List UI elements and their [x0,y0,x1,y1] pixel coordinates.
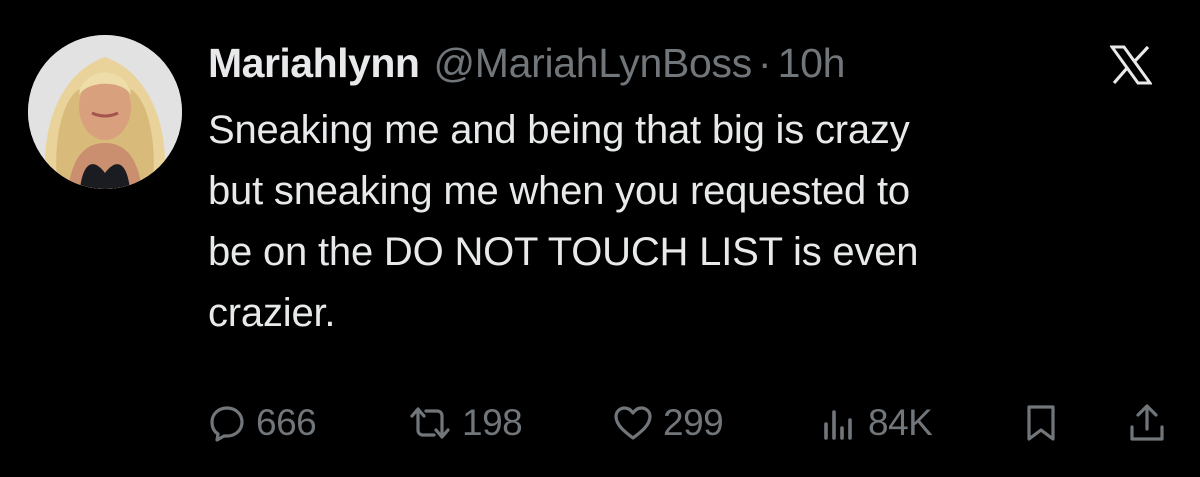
tweet-text-line: be on the DO NOT TOUCH LIST is even [208,230,919,274]
views-count: 84K [868,402,933,443]
views-icon [820,404,858,442]
tweet-header: Mariahlynn @MariahLynBoss · 10h [208,38,845,88]
bookmark-button[interactable] [1023,395,1059,451]
tweet-text-line: but sneaking me when you requested to [208,169,910,213]
share-button[interactable] [1128,395,1166,451]
reply-icon [208,404,246,442]
like-count: 299 [663,402,724,443]
reply-count: 666 [256,402,317,443]
repost-button[interactable]: 198 [408,395,523,451]
user-handle[interactable]: @MariahLynBoss [433,38,752,88]
bookmark-icon [1023,404,1059,442]
x-logo-icon[interactable] [1109,45,1153,85]
repost-icon [408,404,452,442]
tweet-text-line: crazier. [208,291,336,335]
views-button[interactable]: 84K [820,395,933,451]
separator-dot: · [757,40,772,86]
share-icon [1128,403,1166,443]
tweet-text: Sneaking me and being that big is crazy … [208,100,1168,344]
reply-button[interactable]: 666 [208,395,317,451]
like-icon [613,404,653,442]
tweet-text-line: Sneaking me and being that big is crazy [208,108,910,152]
timestamp[interactable]: 10h [778,38,846,88]
action-bar: 666 198 299 84K [208,395,1178,451]
avatar-image [28,35,182,189]
avatar[interactable] [28,35,182,189]
like-button[interactable]: 299 [613,395,724,451]
repost-count: 198 [462,402,523,443]
display-name[interactable]: Mariahlynn [208,38,420,88]
